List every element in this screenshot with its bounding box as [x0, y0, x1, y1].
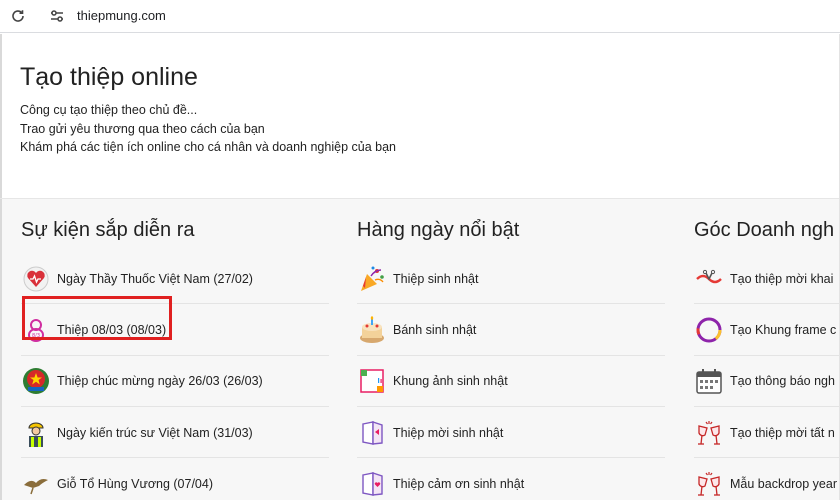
- list-item[interactable]: Thiệp chúc mừng ngày 26/03 (26/03): [21, 356, 331, 407]
- cheers-icon: [694, 418, 724, 448]
- round-frame-icon: [694, 315, 724, 345]
- list-item[interactable]: Tạo thông báo ngh: [694, 356, 840, 407]
- list-item[interactable]: Thiệp cảm ơn sinh nhật: [357, 458, 667, 500]
- page-title: Tạo thiệp online: [20, 63, 198, 91]
- list-item[interactable]: Khung ảnh sinh nhật: [357, 356, 667, 407]
- reload-icon[interactable]: [9, 7, 27, 25]
- list-item-label: Giỗ Tổ Hùng Vương (07/04): [57, 476, 213, 491]
- column-title: Góc Doanh ngh: [694, 219, 835, 241]
- list-item-label: Tạo thiệp mời khai: [730, 271, 834, 286]
- daily-highlights-column: Hàng ngày nổi bật Thiệp sinh nhật Bánh s…: [357, 216, 667, 500]
- thank-you-card-icon: [357, 469, 387, 499]
- hero-line: Khám phá các tiện ích online cho cá nhân…: [20, 140, 396, 154]
- doctor-heart-icon: [21, 264, 51, 294]
- address-bar-url[interactable]: thiepmung.com: [77, 8, 166, 23]
- ribbon-cut-icon: [694, 264, 724, 294]
- birthday-cake-icon: [357, 315, 387, 345]
- list-item[interactable]: Thiệp sinh nhật: [357, 253, 667, 305]
- list-item[interactable]: Tạo Khung frame c: [694, 304, 840, 356]
- list-item-label: Khung ảnh sinh nhật: [393, 374, 508, 389]
- hero-description: Công cụ tạo thiệp theo chủ đề... Trao gử…: [20, 101, 396, 157]
- invitation-card-icon: [357, 418, 387, 448]
- photo-frame-icon: [357, 366, 387, 396]
- list-item-label: Tạo Khung frame c: [730, 322, 837, 337]
- architect-icon: [21, 418, 51, 448]
- list-item-label: Bánh sinh nhật: [393, 322, 477, 337]
- youth-union-icon: [21, 366, 51, 396]
- party-popper-icon: [357, 264, 387, 294]
- site-settings-icon[interactable]: [47, 6, 67, 26]
- list-item[interactable]: Tạo thiệp mời tất n: [694, 407, 840, 459]
- hero-line: Công cụ tạo thiệp theo chủ đề...: [20, 103, 198, 117]
- list-item[interactable]: Bánh sinh nhật: [357, 304, 667, 356]
- column-title: Hàng ngày nổi bật: [357, 219, 520, 241]
- list-item[interactable]: Tạo thiệp mời khai: [694, 253, 840, 305]
- highlight-list: Thiệp sinh nhật Bánh sinh nhật Khung ảnh…: [357, 253, 667, 500]
- list-item-label: Thiệp mời sinh nhật: [393, 425, 504, 440]
- list-item-label: Thiệp cảm ơn sinh nhật: [393, 476, 525, 491]
- business-corner-column: Góc Doanh ngh Tạo thiệp mời khai Tạo Khu…: [694, 216, 840, 500]
- calendar-icon: [694, 366, 724, 396]
- list-item-label: Tạo thiệp mời tất n: [730, 425, 835, 440]
- list-item-label: Tạo thông báo ngh: [730, 374, 835, 389]
- list-item-label: Thiệp chúc mừng ngày 26/03 (26/03): [57, 374, 263, 389]
- event-list: Ngày Thầy Thuốc Việt Nam (27/02) 8/3 Thi…: [21, 253, 331, 500]
- list-item[interactable]: Giỗ Tổ Hùng Vương (07/04): [21, 458, 331, 500]
- column-title: Sự kiện sắp diễn ra: [21, 219, 195, 241]
- list-item[interactable]: Ngày kiến trúc sư Việt Nam (31/03): [21, 407, 331, 459]
- hero-line: Trao gửi yêu thương qua theo cách của bạ…: [20, 121, 265, 136]
- list-item-label: Thiệp sinh nhật: [393, 271, 479, 286]
- business-list: Tạo thiệp mời khai Tạo Khung frame c Tạo…: [694, 253, 840, 500]
- list-item[interactable]: Mẫu backdrop year: [694, 458, 840, 500]
- list-item-label: Ngày kiến trúc sư Việt Nam (31/03): [57, 425, 253, 440]
- browser-toolbar: thiepmung.com: [0, 0, 840, 33]
- cheers-icon: [694, 469, 724, 499]
- highlight-box: [22, 296, 172, 340]
- upcoming-events-column: Sự kiện sắp diễn ra Ngày Thầy Thuốc Việt…: [21, 216, 331, 500]
- list-item-label: Mẫu backdrop year: [730, 476, 838, 491]
- bird-icon: [21, 469, 51, 499]
- list-item-label: Ngày Thầy Thuốc Việt Nam (27/02): [57, 271, 253, 286]
- list-item[interactable]: Thiệp mời sinh nhật: [357, 407, 667, 459]
